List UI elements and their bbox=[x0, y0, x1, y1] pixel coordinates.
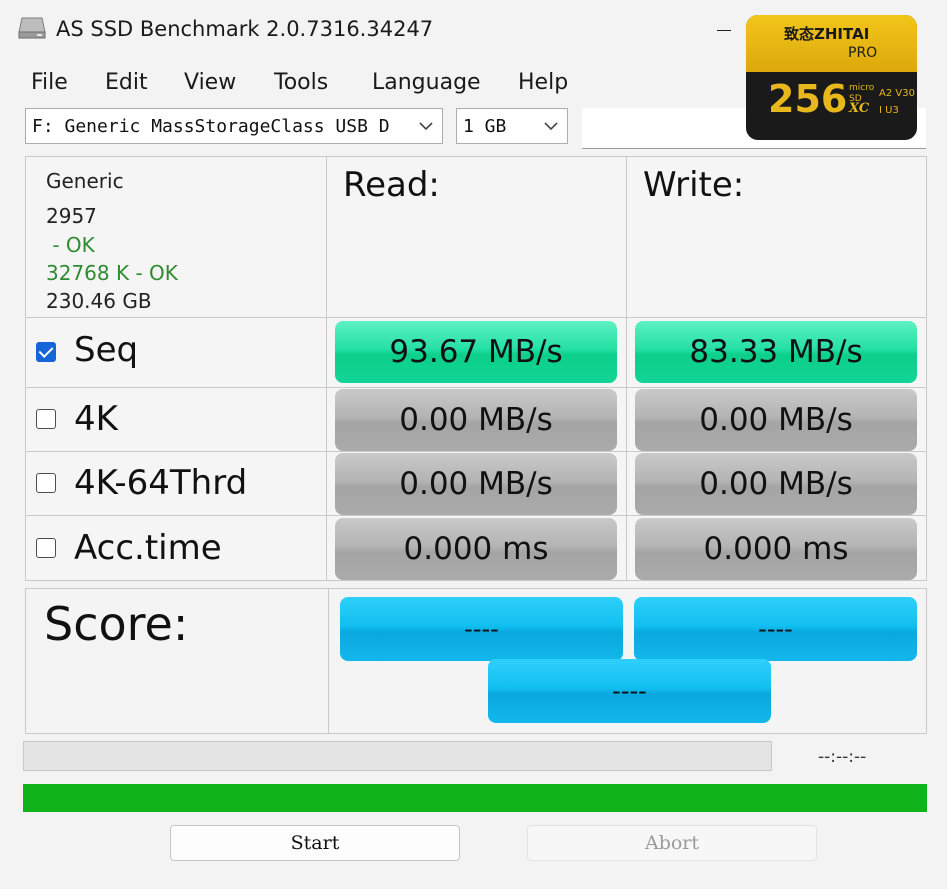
minimize-button[interactable] bbox=[711, 22, 735, 38]
drive-vendor: Generic bbox=[46, 169, 124, 193]
drive-firmware: 2957 bbox=[46, 204, 97, 228]
drive-info-panel: Generic 2957 - OK 32768 K - OK 230.46 GB bbox=[25, 156, 327, 318]
acc-time-read-cell: 0.000 ms bbox=[326, 515, 627, 581]
4k-64thrd-read-cell: 0.00 MB/s bbox=[326, 451, 627, 516]
read-header: Read: bbox=[343, 165, 440, 205]
menu-edit[interactable]: Edit bbox=[105, 70, 148, 95]
as-ssd-window: AS SSD Benchmark 2.0.7316.34247 File Edi… bbox=[0, 0, 947, 889]
overall-progress-fill bbox=[23, 784, 927, 812]
score-panel: ---- ---- ---- bbox=[328, 588, 927, 734]
menu-view[interactable]: View bbox=[184, 70, 236, 95]
test-row-4k-64thrd: 4K-64Thrd bbox=[25, 451, 327, 516]
sd-card-class-marks: A2 V30 I U3 bbox=[879, 85, 915, 119]
4k-64thrd-write-result: 0.00 MB/s bbox=[635, 453, 917, 515]
4k-read-cell: 0.00 MB/s bbox=[326, 387, 627, 452]
test-row-acc-time: Acc.time bbox=[25, 515, 327, 581]
4k-write-cell: 0.00 MB/s bbox=[626, 387, 927, 452]
score-write: ---- bbox=[634, 597, 917, 661]
alignment-status: 32768 K - OK bbox=[46, 261, 178, 285]
drive-select[interactable]: F: Generic MassStorageClass USB D bbox=[25, 108, 443, 144]
sd-card-xc: XC bbox=[849, 101, 870, 116]
4k-64thrd-label: 4K-64Thrd bbox=[74, 463, 248, 503]
4k-label: 4K bbox=[74, 399, 118, 439]
seq-label: Seq bbox=[74, 330, 139, 370]
menu-help[interactable]: Help bbox=[518, 70, 568, 95]
drive-icon bbox=[17, 15, 47, 41]
menu-language[interactable]: Language bbox=[372, 70, 481, 95]
sd-card-a2: A2 bbox=[879, 88, 893, 99]
test-progress-bar bbox=[23, 741, 772, 771]
sd-card-image: 致态ZHITAI PRO 256 micro SD XC A2 V30 I U3 bbox=[746, 15, 917, 140]
read-header-cell: Read: bbox=[326, 156, 627, 318]
test-row-4k: 4K bbox=[25, 387, 327, 452]
chevron-down-icon bbox=[418, 118, 434, 134]
sd-card-line: PRO bbox=[848, 45, 878, 61]
4k-64thrd-read-result: 0.00 MB/s bbox=[335, 453, 617, 515]
window-title: AS SSD Benchmark 2.0.7316.34247 bbox=[56, 17, 434, 41]
drive-select-value: F: Generic MassStorageClass USB D bbox=[32, 116, 390, 137]
seq-checkbox[interactable] bbox=[36, 342, 56, 362]
write-header: Write: bbox=[643, 165, 745, 205]
sd-card-capacity: 256 bbox=[768, 77, 848, 121]
test-row-seq: Seq bbox=[25, 317, 327, 388]
sd-card-v30: V30 bbox=[895, 88, 915, 99]
score-label: Score: bbox=[44, 597, 189, 651]
acc-time-read-result: 0.000 ms bbox=[335, 518, 617, 580]
write-header-cell: Write: bbox=[626, 156, 927, 318]
results-grid: Generic 2957 - OK 32768 K - OK 230.46 GB… bbox=[25, 156, 927, 734]
sd-card-u3: U3 bbox=[885, 105, 899, 116]
abort-button[interactable]: Abort bbox=[527, 825, 817, 861]
4k-checkbox[interactable] bbox=[36, 409, 56, 429]
menu-file[interactable]: File bbox=[31, 70, 68, 95]
elapsed-time: --:--:-- bbox=[818, 747, 867, 767]
test-size-value: 1 GB bbox=[463, 116, 507, 137]
score-read: ---- bbox=[340, 597, 623, 661]
4k-read-result: 0.00 MB/s bbox=[335, 389, 617, 451]
sd-card-micro: micro bbox=[849, 83, 875, 93]
score-label-cell: Score: bbox=[25, 588, 329, 734]
chevron-down-icon bbox=[543, 118, 559, 134]
start-button[interactable]: Start bbox=[170, 825, 460, 861]
driver-status: - OK bbox=[46, 233, 95, 257]
sd-card-brand: 致态ZHITAI bbox=[784, 25, 870, 43]
4k-64thrd-write-cell: 0.00 MB/s bbox=[626, 451, 927, 516]
seq-write-cell: 83.33 MB/s bbox=[626, 317, 927, 388]
seq-read-result: 93.67 MB/s bbox=[335, 321, 617, 383]
acc-time-write-cell: 0.000 ms bbox=[626, 515, 927, 581]
4k-64thrd-checkbox[interactable] bbox=[36, 473, 56, 493]
acc-time-write-result: 0.000 ms bbox=[635, 518, 917, 580]
4k-write-result: 0.00 MB/s bbox=[635, 389, 917, 451]
drive-capacity: 230.46 GB bbox=[46, 289, 152, 313]
seq-write-result: 83.33 MB/s bbox=[635, 321, 917, 383]
acc-time-label: Acc.time bbox=[74, 528, 222, 568]
test-size-select[interactable]: 1 GB bbox=[456, 108, 568, 144]
menu-tools[interactable]: Tools bbox=[274, 70, 328, 95]
score-total: ---- bbox=[488, 659, 771, 723]
overall-progress-bar bbox=[23, 784, 927, 812]
acc-time-checkbox[interactable] bbox=[36, 538, 56, 558]
sd-card-class-i: I bbox=[879, 105, 882, 116]
seq-read-cell: 93.67 MB/s bbox=[326, 317, 627, 388]
